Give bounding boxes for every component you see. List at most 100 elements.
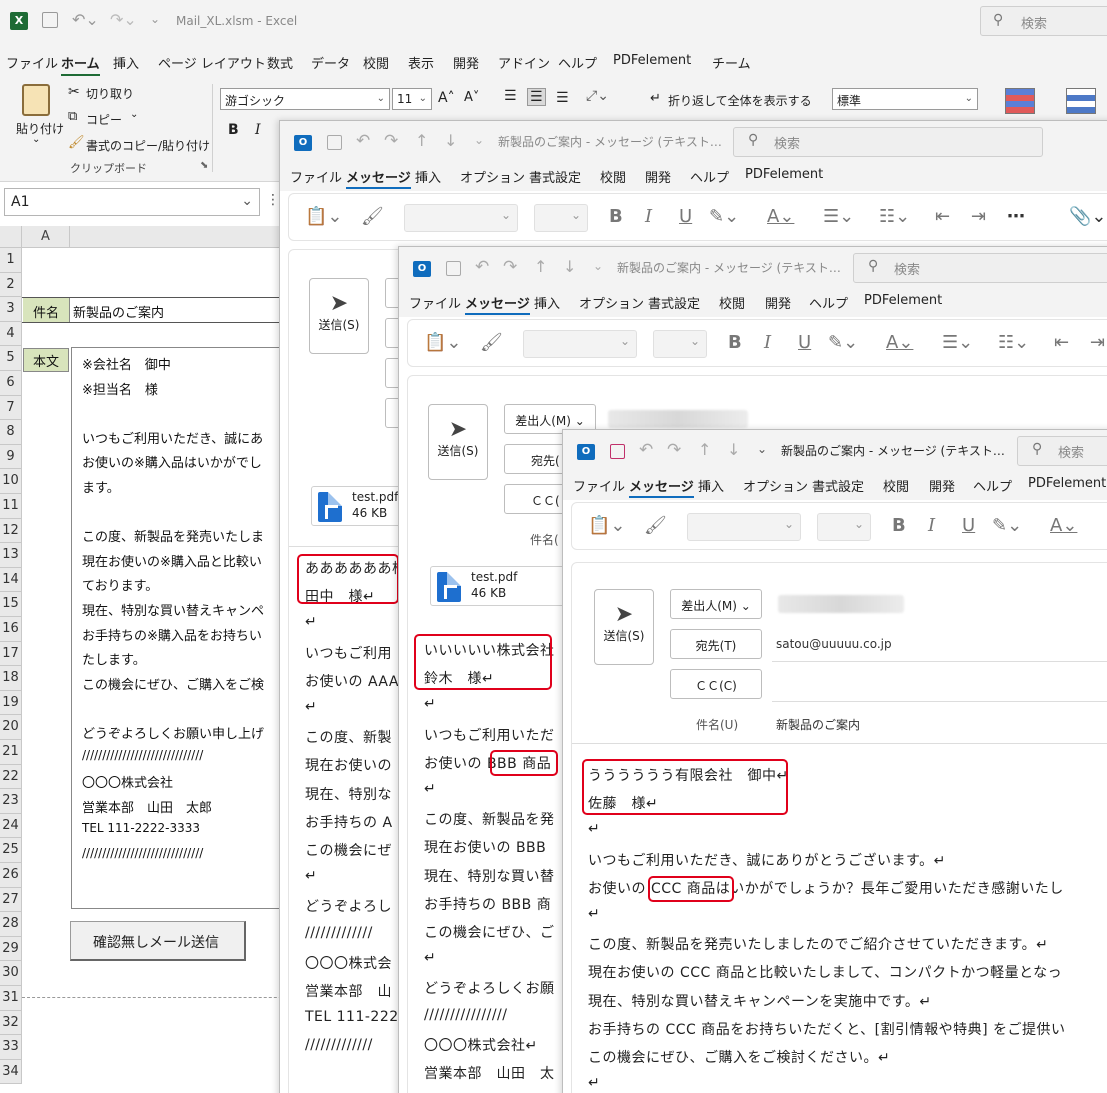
arrow-down-icon[interactable]: ↓ — [563, 257, 576, 276]
wrap-text-icon[interactable]: ↵ — [650, 91, 661, 106]
increase-indent-icon[interactable]: ⇥ — [1090, 332, 1105, 353]
copy-icon[interactable]: ⧉ — [68, 109, 77, 124]
bold-icon[interactable]: B — [609, 206, 623, 227]
column-header-b[interactable] — [70, 226, 300, 248]
row-header[interactable]: 16 — [0, 617, 22, 642]
row-header[interactable]: 29 — [0, 936, 22, 962]
row-header[interactable]: 34 — [0, 1059, 22, 1085]
highlight-icon[interactable]: ✎⌄ — [709, 206, 739, 227]
conditional-format-icon[interactable] — [1005, 88, 1035, 114]
outlook3-subject-value[interactable]: 新製品のご案内 — [776, 716, 860, 733]
outlook2-menu-review[interactable]: 校閲 — [719, 293, 745, 312]
save-icon[interactable] — [327, 135, 342, 150]
outlook3-search-box[interactable]: ⚲ 検索 — [1017, 436, 1107, 466]
bullets-icon[interactable]: ☰⌄ — [823, 206, 854, 227]
outlook3-menu-file[interactable]: ファイル — [573, 476, 625, 495]
outlook1-menu-review[interactable]: 校閲 — [600, 167, 626, 186]
row-header[interactable]: 22 — [0, 764, 22, 790]
excel-menu-addins[interactable]: アドイン — [498, 53, 550, 72]
arrow-down-icon[interactable]: ↓ — [444, 131, 457, 150]
bold-icon[interactable]: B — [892, 515, 906, 536]
excel-menu-page-layout[interactable]: ページ レイアウト — [158, 53, 266, 72]
outlook1-menu-help[interactable]: ヘルプ — [690, 167, 729, 186]
row-header[interactable]: 7 — [0, 395, 22, 421]
outlook2-menu-options[interactable]: オプション — [579, 293, 644, 312]
row-header[interactable]: 6 — [0, 371, 22, 396]
excel-menu-home[interactable]: ホーム — [61, 53, 100, 76]
cut-button[interactable]: 切り取り — [86, 85, 134, 102]
bold-button[interactable]: B — [228, 122, 239, 138]
outlook3-cc-button[interactable]: ＣＣ(C) — [670, 669, 762, 699]
align-bottom-icon[interactable]: ☰ — [556, 90, 569, 106]
save-icon[interactable] — [610, 444, 625, 459]
column-header-a[interactable]: A — [22, 226, 70, 248]
row-header[interactable]: 8 — [0, 420, 22, 445]
numbering-icon[interactable]: ☷⌄ — [998, 332, 1029, 353]
outlook3-menu-format[interactable]: 書式設定 — [812, 476, 864, 495]
italic-icon[interactable]: I — [645, 206, 652, 227]
customize-qat-icon[interactable]: ⌄ — [474, 133, 484, 147]
row-header[interactable]: 24 — [0, 813, 22, 839]
customize-qat-icon[interactable]: ⌄ — [150, 12, 160, 26]
bullets-icon[interactable]: ☰⌄ — [942, 332, 973, 353]
row-header[interactable]: 19 — [0, 690, 22, 716]
cut-icon[interactable]: ✂ — [68, 84, 80, 100]
clipboard-launcher-icon[interactable]: ⬊ — [200, 160, 208, 171]
row-header[interactable]: 17 — [0, 641, 22, 667]
outlook1-search-box[interactable]: ⚲ 検索 — [733, 127, 1043, 157]
outlook3-to-value[interactable]: satou@uuuuu.co.jp — [776, 637, 892, 651]
outlook2-send-button[interactable]: ➤ 送信(S) — [428, 404, 488, 480]
outlook2-menu-developer[interactable]: 開発 — [765, 293, 791, 312]
outlook2-menu-file[interactable]: ファイル — [409, 293, 461, 312]
more-options-icon[interactable]: ⋮ — [266, 192, 280, 208]
outlook3-menu-options[interactable]: オプション — [743, 476, 808, 495]
italic-icon[interactable]: I — [764, 332, 771, 353]
align-middle-icon[interactable]: ☰ — [527, 88, 546, 106]
excel-menu-file[interactable]: ファイル — [6, 53, 58, 72]
paste-dropdown-icon[interactable]: ⌄ — [32, 134, 40, 145]
excel-menu-help[interactable]: ヘルプ — [558, 53, 597, 72]
outlook2-search-box[interactable]: ⚲ 検索 — [853, 253, 1107, 283]
font-size-combo[interactable] — [653, 330, 707, 358]
copy-button[interactable]: コピー — [86, 111, 122, 128]
row-header[interactable]: 20 — [0, 715, 22, 740]
redo-icon[interactable]: ↷⌄ — [110, 10, 137, 29]
outlook2-menu-message[interactable]: メッセージ — [465, 293, 530, 315]
excel-menu-insert[interactable]: 挿入 — [113, 53, 139, 72]
redo-icon[interactable]: ↷ — [384, 131, 398, 151]
paste-icon[interactable] — [22, 84, 50, 116]
decrease-indent-icon[interactable]: ⇤ — [1054, 332, 1069, 353]
excel-menu-data[interactable]: データ — [311, 53, 350, 72]
italic-icon[interactable]: I — [928, 515, 935, 536]
copy-dropdown-icon[interactable]: ⌄ — [130, 109, 138, 120]
undo-icon[interactable]: ↶ — [356, 131, 370, 151]
decrease-font-icon[interactable]: A˅ — [464, 90, 479, 105]
underline-icon[interactable]: U — [962, 515, 975, 536]
row-header[interactable]: 33 — [0, 1035, 22, 1060]
outlook3-send-button[interactable]: ➤ 送信(S) — [594, 589, 654, 665]
excel-menu-formulas[interactable]: 数式 — [267, 53, 293, 72]
outlook1-menu-insert[interactable]: 挿入 — [415, 167, 441, 186]
row-header[interactable]: 13 — [0, 543, 22, 568]
outlook2-menu-insert[interactable]: 挿入 — [534, 293, 560, 312]
save-icon[interactable] — [42, 12, 58, 28]
row-header[interactable]: 31 — [0, 986, 22, 1011]
bold-icon[interactable]: B — [728, 332, 742, 353]
paste-icon[interactable]: 📋⌄ — [588, 515, 626, 536]
underline-icon[interactable]: U — [798, 332, 811, 353]
undo-icon[interactable]: ↶ — [475, 257, 489, 277]
row-header[interactable]: 5 — [0, 346, 22, 371]
row-header[interactable]: 11 — [0, 494, 22, 519]
paste-icon[interactable]: 📋⌄ — [424, 332, 462, 353]
redo-icon[interactable]: ↷ — [667, 440, 681, 460]
outlook3-menu-review[interactable]: 校閲 — [883, 476, 909, 495]
attach-icon[interactable]: 📎⌄ — [1069, 206, 1107, 227]
row-header[interactable]: 1 — [0, 248, 22, 273]
arrow-down-icon[interactable]: ↓ — [727, 440, 740, 459]
font-size-combo[interactable] — [817, 513, 871, 541]
increase-indent-icon[interactable]: ⇥ — [971, 206, 986, 227]
customize-qat-icon[interactable]: ⌄ — [593, 259, 603, 273]
row-header[interactable]: 30 — [0, 961, 22, 986]
row-header[interactable]: 25 — [0, 838, 22, 863]
row-header[interactable]: 10 — [0, 469, 22, 494]
